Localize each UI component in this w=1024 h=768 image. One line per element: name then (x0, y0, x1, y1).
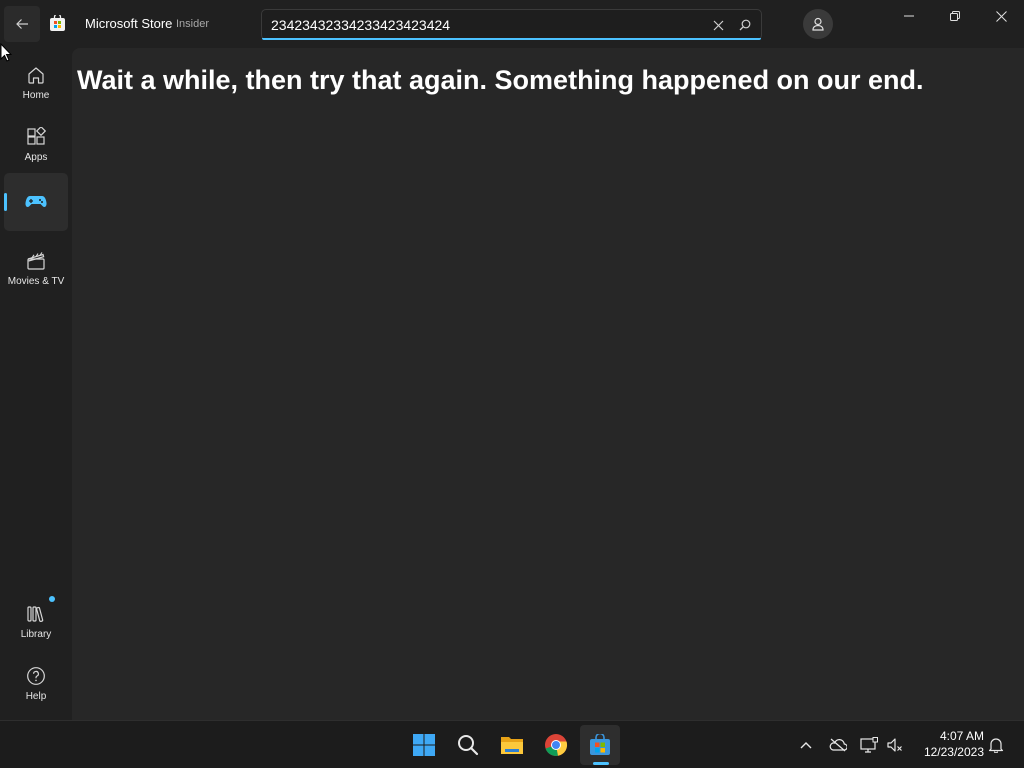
clock-date: 12/23/2023 (923, 745, 984, 759)
sidebar-item-gaming[interactable] (4, 173, 68, 231)
bell-icon (988, 738, 1004, 753)
minimize-icon (904, 15, 914, 17)
library-icon (25, 603, 47, 625)
sidebar-item-home[interactable]: Home (4, 52, 68, 110)
search-focus-underline (262, 38, 761, 40)
close-window-button[interactable] (978, 0, 1024, 32)
clock[interactable]: 4:07 AM 12/23/2023 (914, 728, 984, 760)
apps-icon (25, 126, 47, 148)
sidebar-item-label: Help (25, 691, 47, 702)
library-update-badge (49, 596, 55, 602)
sidebar-item-help[interactable]: Help (4, 653, 68, 711)
search-button[interactable] (736, 16, 754, 34)
sidebar-item-apps[interactable]: Apps (4, 114, 68, 172)
microsoft-store-taskbar-button[interactable] (580, 725, 620, 765)
speaker-muted-icon (887, 738, 902, 752)
restore-button[interactable] (932, 0, 978, 32)
microsoft-store-icon (590, 734, 610, 755)
search-icon (739, 19, 751, 31)
sidebar: Home Apps Movies & TV Library Help (0, 48, 72, 720)
close-icon (713, 20, 723, 30)
app-title: Microsoft Store (85, 16, 173, 31)
main-content: Wait a while, then try that again. Somet… (72, 48, 1024, 720)
network-icon (860, 737, 878, 753)
clear-search-button[interactable] (709, 16, 727, 34)
sidebar-item-label: Apps (24, 152, 48, 163)
search-icon (458, 735, 479, 756)
mouse-pointer-icon (0, 43, 12, 62)
arrow-left-icon (16, 19, 28, 29)
sidebar-item-label: Movies & TV (7, 276, 65, 287)
home-icon (25, 64, 47, 86)
sidebar-item-label: Library (20, 629, 52, 640)
running-app-indicator (593, 762, 609, 765)
sidebar-item-movies-tv[interactable]: Movies & TV (4, 238, 68, 296)
network-tray-button[interactable] (858, 734, 880, 756)
notifications-button[interactable] (985, 734, 1007, 756)
active-indicator (4, 193, 7, 211)
show-hidden-icons-button[interactable] (795, 734, 817, 756)
insider-badge: Insider (176, 18, 210, 30)
chrome-icon (545, 734, 568, 756)
minimize-button[interactable] (886, 0, 932, 32)
user-icon (812, 17, 824, 31)
microsoft-store-logo-icon (50, 15, 65, 31)
taskbar: 4:07 AM 12/23/2023 (0, 720, 1024, 768)
file-explorer-button[interactable] (492, 725, 532, 765)
taskbar-search-button[interactable] (448, 725, 488, 765)
title-bar: Microsoft Store Insider (0, 0, 1024, 48)
gamepad-icon (25, 191, 47, 213)
sidebar-item-library[interactable]: Library (4, 591, 68, 649)
account-button[interactable] (803, 9, 833, 39)
help-icon (25, 665, 47, 687)
close-icon (995, 10, 1007, 22)
error-message: Wait a while, then try that again. Somet… (77, 65, 924, 95)
search-input[interactable] (271, 15, 701, 35)
restore-icon (950, 11, 960, 21)
clapperboard-icon (25, 250, 47, 272)
start-button[interactable] (404, 725, 444, 765)
file-explorer-icon (501, 737, 523, 754)
volume-tray-button[interactable] (884, 734, 906, 756)
sidebar-item-label: Home (22, 90, 50, 101)
onedrive-tray-button[interactable] (827, 734, 849, 756)
clock-time: 4:07 AM (939, 729, 984, 743)
windows-start-icon (413, 734, 435, 756)
onedrive-offline-icon (829, 738, 847, 752)
chevron-up-icon (800, 742, 812, 749)
chrome-button[interactable] (536, 725, 576, 765)
back-button[interactable] (4, 6, 40, 42)
search-box[interactable] (261, 9, 762, 40)
